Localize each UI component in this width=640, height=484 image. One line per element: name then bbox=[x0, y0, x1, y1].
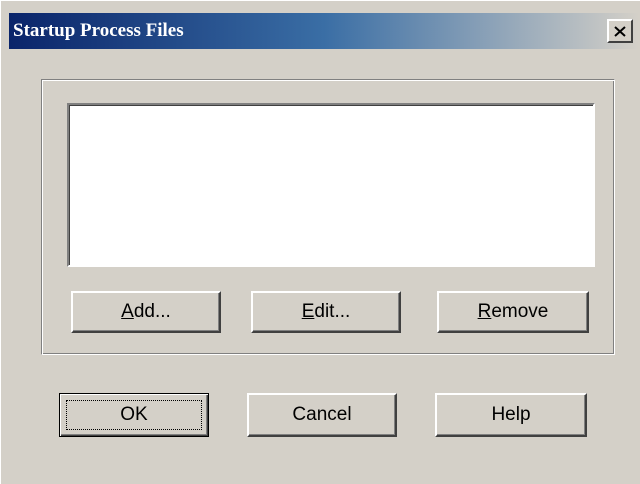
add-mnemonic: A bbox=[121, 301, 134, 322]
ok-button[interactable]: OK bbox=[59, 393, 209, 437]
add-button[interactable]: Add... bbox=[71, 291, 221, 333]
dialog-window: Startup Process Files Add... Edit... Rem… bbox=[0, 0, 640, 484]
title-bar[interactable]: Startup Process Files bbox=[9, 13, 639, 49]
cancel-label: Cancel bbox=[292, 404, 352, 425]
add-label: dd... bbox=[133, 301, 171, 322]
ok-label: OK bbox=[120, 404, 148, 425]
remove-mnemonic: R bbox=[477, 301, 492, 322]
window-title: Startup Process Files bbox=[13, 20, 184, 41]
edit-mnemonic: E bbox=[301, 301, 315, 322]
close-button[interactable] bbox=[607, 19, 633, 43]
startup-files-list[interactable] bbox=[67, 103, 595, 267]
edit-label: dit... bbox=[314, 301, 351, 322]
remove-button[interactable]: Remove bbox=[437, 291, 589, 333]
remove-label: emove bbox=[491, 301, 549, 322]
help-button[interactable]: Help bbox=[435, 393, 587, 437]
cancel-button[interactable]: Cancel bbox=[247, 393, 397, 437]
help-label: Help bbox=[491, 404, 531, 425]
edit-button[interactable]: Edit... bbox=[251, 291, 401, 333]
close-icon bbox=[614, 25, 626, 37]
